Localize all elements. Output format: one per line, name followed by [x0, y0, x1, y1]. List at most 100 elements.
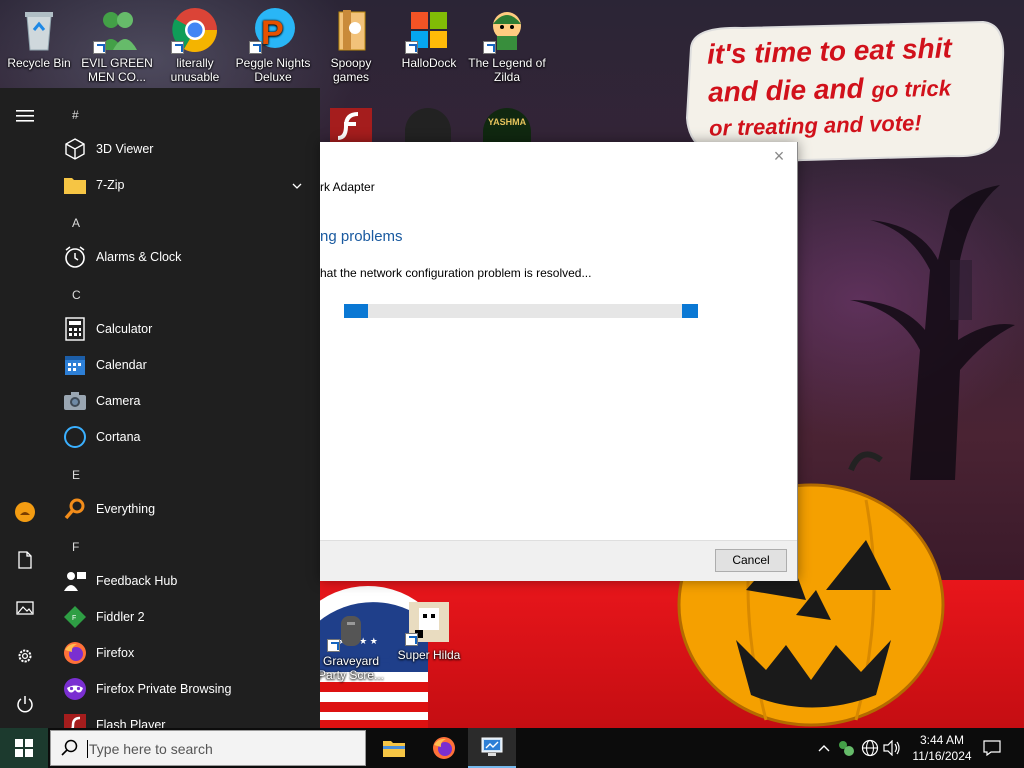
desktop-icon-graveyard-party[interactable]: Graveyard Party Scre...	[312, 598, 390, 682]
svg-text:P: P	[261, 14, 284, 52]
app-calendar[interactable]: Calendar	[62, 348, 312, 382]
group-header-f[interactable]: F	[72, 540, 79, 554]
svg-text:F: F	[72, 615, 76, 622]
zilda-character-icon	[483, 6, 531, 54]
app-firefox[interactable]: Firefox	[62, 636, 312, 670]
adapter-title: rk Adapter	[320, 180, 375, 194]
file-explorer-icon	[383, 741, 405, 757]
green-men-icon	[93, 6, 141, 54]
recycle-bin-icon	[15, 6, 63, 54]
firefox-icon	[433, 737, 455, 759]
shortcut-arrow-icon	[249, 41, 262, 54]
show-hidden-icons-button[interactable]	[814, 738, 834, 758]
taskbar-firefox[interactable]	[420, 728, 468, 768]
app-camera[interactable]: Camera	[62, 384, 312, 418]
search-icon	[61, 739, 79, 760]
desktop-icon-spoopy-games[interactable]: Spoopy games	[312, 0, 390, 84]
taskbar-search-box[interactable]: Type here to search	[50, 730, 366, 766]
cortana-ring-icon	[62, 424, 88, 450]
desktop-icon-super-hilda[interactable]: Super Hilda	[390, 592, 468, 662]
text-caret	[87, 740, 88, 758]
close-icon: ×	[773, 146, 785, 166]
user-avatar-button[interactable]	[0, 492, 50, 532]
hamburger-menu-button[interactable]	[0, 96, 50, 136]
clock-time: 3:44 AM	[919, 733, 965, 747]
magnifier-icon	[62, 496, 88, 522]
hamburger-icon	[16, 110, 34, 122]
documents-button[interactable]	[0, 540, 50, 580]
network-troubleshooter-dialog: × rk Adapter ng problems hat the network…	[320, 142, 798, 581]
app-feedback-hub[interactable]: Feedback Hub	[62, 564, 312, 598]
shortcut-arrow-icon	[171, 41, 184, 54]
calendar-icon	[62, 352, 88, 378]
action-center-button[interactable]	[982, 738, 1002, 758]
group-header-a[interactable]: A	[72, 216, 80, 230]
volume-button[interactable]	[882, 738, 902, 758]
camera-icon	[62, 388, 88, 414]
dialog-footer: Cancel	[320, 540, 797, 581]
app-cortana[interactable]: Cortana	[62, 420, 312, 454]
windows-logo-icon	[405, 6, 453, 54]
alarm-clock-icon	[62, 244, 88, 270]
app-firefox-private[interactable]: Firefox Private Browsing	[62, 672, 312, 706]
folder-icon	[62, 172, 88, 198]
chrome-icon	[171, 6, 219, 54]
desktop-icon-literally-unusable[interactable]: literally unusable	[156, 0, 234, 84]
network-troubleshooter-icon	[481, 737, 503, 756]
notification-icon	[983, 740, 1001, 756]
dialog-heading: ng problems	[320, 228, 403, 245]
start-app-list: # 3D Viewer 7-Zip A Alarms & Clock C Cal…	[50, 88, 320, 728]
firefox-icon	[62, 640, 88, 666]
desktop-icon-peggle-nights[interactable]: P Peggle Nights Deluxe	[234, 0, 312, 84]
desktop-icon-hallodock[interactable]: HalloDock	[390, 0, 468, 70]
power-button[interactable]	[0, 684, 50, 724]
pictures-button[interactable]	[0, 588, 50, 628]
group-header-c[interactable]: C	[72, 288, 81, 302]
flash-icon	[62, 712, 88, 728]
group-header-e[interactable]: E	[72, 468, 80, 482]
power-icon	[17, 696, 33, 713]
app-flash-player[interactable]: Flash Player	[62, 708, 312, 728]
search-placeholder: Type here to search	[89, 741, 213, 757]
cube-icon	[62, 136, 88, 162]
yashma-desktop-icon[interactable]: YASHMA	[483, 108, 531, 144]
windows-start-icon	[15, 739, 33, 757]
tray-app-button[interactable]	[836, 738, 856, 758]
taskbar-clock[interactable]: 3:44 AM 11/16/2024	[906, 732, 978, 764]
group-header-hash[interactable]: #	[72, 108, 79, 122]
taskbar-troubleshooter[interactable]	[468, 728, 516, 768]
taskbar: Type here to search 3:44 AM 11/16/2024	[0, 728, 1024, 768]
network-status-button[interactable]	[860, 738, 880, 758]
start-button[interactable]	[0, 728, 48, 768]
app-3d-viewer[interactable]: 3D Viewer	[62, 132, 312, 166]
cancel-button[interactable]: Cancel	[715, 549, 787, 572]
desktop-icon-recycle-bin[interactable]: Recycle Bin	[0, 0, 78, 70]
super-hilda-icon	[405, 598, 453, 646]
app-alarms-clock[interactable]: Alarms & Clock	[62, 240, 312, 274]
shortcut-arrow-icon	[327, 639, 340, 652]
green-tray-icon	[839, 741, 854, 756]
desktop-icon-evil-green-men[interactable]: EVIL GREEN MEN CO...	[78, 0, 156, 84]
start-menu: # 3D Viewer 7-Zip A Alarms & Clock C Cal…	[0, 88, 320, 728]
clock-date: 11/16/2024	[912, 749, 972, 763]
app-7zip-folder[interactable]: 7-Zip	[62, 168, 312, 202]
progress-segment-right	[682, 304, 698, 318]
flash-desktop-icon[interactable]	[330, 108, 372, 144]
app-fiddler2[interactable]: F Fiddler 2	[62, 600, 312, 634]
taskbar-file-explorer[interactable]	[370, 728, 418, 768]
fiddler-diamond-icon: F	[62, 604, 88, 630]
progress-bar	[344, 304, 698, 318]
gear-icon	[18, 649, 32, 663]
chevron-up-icon	[818, 745, 830, 752]
globe-network-icon	[861, 739, 879, 757]
app-everything[interactable]: Everything	[62, 492, 312, 526]
close-button[interactable]: ×	[769, 146, 789, 166]
folder-icon	[327, 6, 375, 54]
feedback-hub-icon	[62, 568, 88, 594]
settings-button[interactable]	[0, 636, 50, 676]
app-calculator[interactable]: Calculator	[62, 312, 312, 346]
settings-desktop-icon[interactable]	[405, 108, 451, 144]
speaker-icon	[883, 740, 900, 756]
desktop-icon-legend-of-zilda[interactable]: The Legend of Zilda	[468, 0, 546, 84]
document-icon	[18, 551, 32, 569]
